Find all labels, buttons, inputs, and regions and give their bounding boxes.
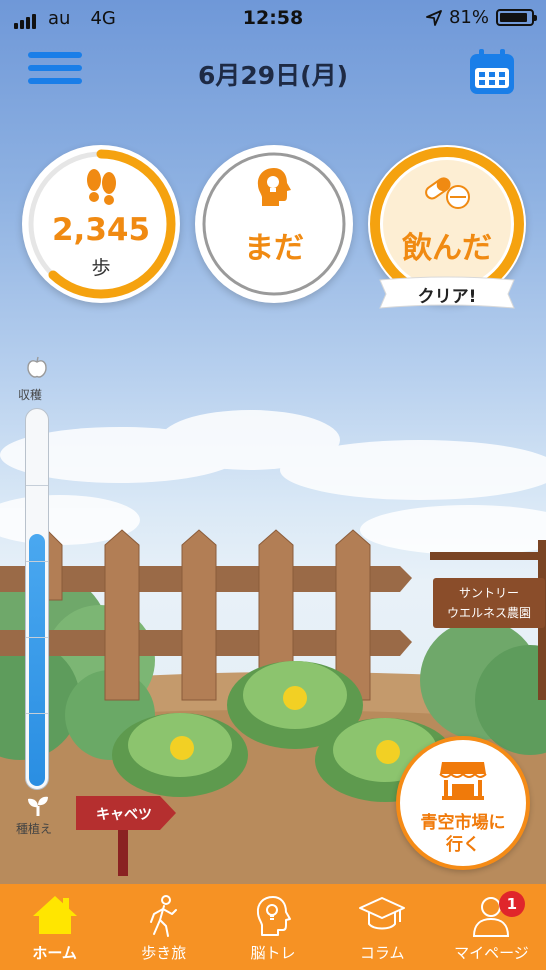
tab-walk-trip[interactable]: 歩き旅	[109, 884, 218, 970]
farm-sign-text: サントリー ウエルネス農園	[433, 583, 545, 623]
steps-unit: 歩	[91, 257, 111, 279]
farm-sign-line2: ウエルネス農園	[446, 606, 531, 620]
battery-percent: 81%	[448, 7, 489, 28]
notification-badge: 1	[498, 891, 525, 917]
meter-tick	[26, 713, 48, 714]
battery-icon	[496, 9, 537, 26]
brain-icon	[256, 896, 291, 936]
tab-label: コラム	[359, 944, 405, 962]
tab-brain-training[interactable]: 脳トレ	[218, 884, 327, 970]
steps-card[interactable]: 2,345 歩	[22, 145, 180, 303]
planting-label: 種植え	[16, 822, 53, 836]
farm-sign-line1: サントリー	[458, 586, 519, 600]
tab-label: マイページ	[454, 944, 529, 962]
walker-icon	[149, 895, 177, 937]
growth-meter-fill	[29, 534, 45, 786]
brain-training-card[interactable]: まだ	[195, 145, 353, 303]
steps-count: 2,345	[51, 212, 151, 248]
location-arrow-icon	[426, 9, 442, 26]
tab-my-page[interactable]: 1 マイページ	[437, 884, 546, 970]
crop-name-sign[interactable]: キャベツ	[80, 804, 168, 824]
market-button[interactable]: 青空市場に 行く	[396, 736, 530, 870]
head-lightbulb-icon	[257, 168, 291, 206]
clear-label: クリア!	[417, 287, 477, 307]
supplement-status: 飲んだ	[402, 231, 492, 266]
meter-tick	[26, 561, 48, 562]
tab-home[interactable]: ホーム	[0, 884, 109, 970]
harvest-label: 収穫	[18, 388, 43, 402]
apple-icon	[27, 356, 47, 378]
storefront-icon	[439, 762, 487, 800]
tab-column[interactable]: コラム	[328, 884, 437, 970]
capsule-icon	[425, 177, 470, 209]
graduation-cap-icon	[359, 897, 406, 930]
footprints-icon	[87, 169, 116, 205]
calendar-icon[interactable]	[468, 48, 516, 96]
brain-status: まだ	[244, 231, 304, 266]
growth-meter	[25, 408, 49, 790]
tab-label: 歩き旅	[141, 944, 187, 962]
status-bar: au 4G 12:58 81%	[0, 0, 546, 36]
home-screen: au 4G 12:58 81% 6月29日(月) 2,345 歩 まだ 飲んだ …	[0, 0, 546, 970]
home-icon	[32, 896, 77, 934]
meter-tick	[26, 637, 48, 638]
page-date: 6月29日(月)	[197, 61, 349, 90]
market-label: 青空市場に 行く	[400, 812, 526, 856]
meter-tick	[26, 485, 48, 486]
tab-label: ホーム	[32, 944, 77, 962]
market-label-line1: 青空市場に	[420, 813, 506, 833]
sprout-icon	[28, 796, 48, 816]
market-label-line2: 行く	[446, 835, 480, 855]
tab-bar: ホーム 歩き旅 脳トレ コラム 1 マイページ	[0, 884, 546, 970]
tab-label: 脳トレ	[250, 944, 296, 962]
